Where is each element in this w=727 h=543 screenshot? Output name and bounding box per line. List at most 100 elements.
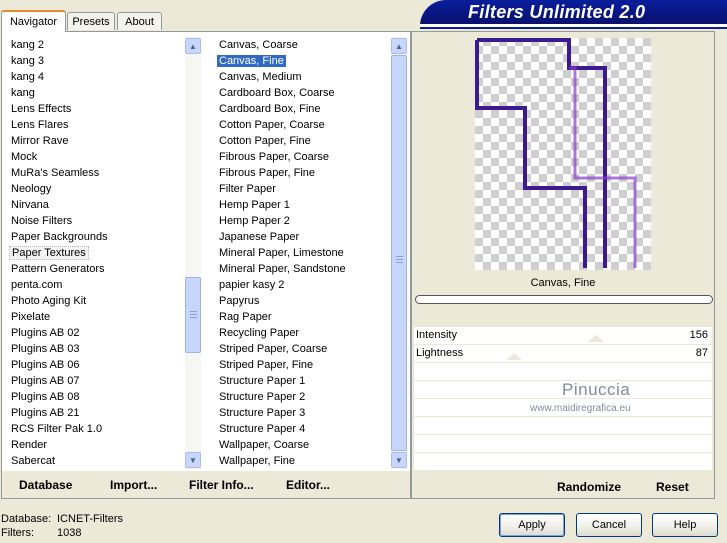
randomize-button[interactable]: Randomize	[557, 480, 621, 494]
filter-item[interactable]: Wallpaper, Coarse	[214, 437, 390, 453]
app-title: Filters Unlimited 2.0	[468, 2, 646, 22]
filter-item[interactable]: Hemp Paper 1	[214, 197, 390, 213]
editor-button[interactable]: Editor...	[286, 478, 330, 492]
watermark-url: www.maidiregrafica.eu	[530, 403, 631, 414]
category-item-label: kang 2	[11, 39, 45, 51]
category-item[interactable]: kang 3	[6, 53, 184, 69]
scroll-up-icon[interactable]: ▲	[391, 38, 407, 54]
category-item[interactable]: Nirvana	[6, 197, 184, 213]
category-item[interactable]: Paper Backgrounds	[6, 229, 184, 245]
category-item[interactable]: Pixelate	[6, 309, 184, 325]
filter-item[interactable]: Cardboard Box, Fine	[214, 101, 390, 117]
import-button[interactable]: Import...	[110, 478, 157, 492]
filter-scrollbar[interactable]: ▲ ▼	[391, 37, 407, 469]
category-item-label: Plugins AB 07	[11, 375, 80, 387]
category-scrollbar[interactable]: ▲ ▼	[185, 37, 201, 469]
scroll-thumb[interactable]	[391, 55, 407, 451]
category-item[interactable]: kang	[6, 85, 184, 101]
filter-item[interactable]: Canvas, Coarse	[214, 37, 390, 53]
category-item[interactable]: Sabercat	[6, 453, 184, 469]
category-item-label: Plugins AB 21	[11, 407, 80, 419]
slider-intensity[interactable]: Intensity 156	[414, 326, 712, 344]
filter-item[interactable]: Recycling Paper	[214, 325, 390, 341]
category-item[interactable]: Plugins AB 06	[6, 357, 184, 373]
empty-slider-row	[414, 363, 712, 380]
category-list[interactable]: kang 2 kang 3 kang 4 kang Lens Effects Lens F…	[6, 37, 184, 469]
filter-item[interactable]: Striped Paper, Coarse	[214, 341, 390, 357]
category-item[interactable]: Plugins AB 21	[6, 405, 184, 421]
category-item[interactable]: Lens Flares	[6, 117, 184, 133]
filter-info-button[interactable]: Filter Info...	[189, 478, 254, 492]
scroll-down-icon[interactable]: ▼	[185, 452, 201, 468]
filter-item-label: Cotton Paper, Coarse	[219, 119, 325, 131]
filter-item[interactable]: Wallpaper, Fine	[214, 453, 390, 469]
cancel-button[interactable]: Cancel	[576, 513, 642, 537]
filter-item-label: Fibrous Paper, Coarse	[219, 151, 330, 163]
category-item[interactable]: Paper Textures	[6, 245, 184, 261]
help-button[interactable]: Help	[652, 513, 718, 537]
category-item[interactable]: Mock	[6, 149, 184, 165]
filter-item[interactable]: Striped Paper, Fine	[214, 357, 390, 373]
category-item[interactable]: penta.com	[6, 277, 184, 293]
category-item[interactable]: Mirror Rave	[6, 133, 184, 149]
filter-item[interactable]: Cotton Paper, Fine	[214, 133, 390, 149]
category-item[interactable]: MuRa's Seamless	[6, 165, 184, 181]
reset-button[interactable]: Reset	[656, 480, 689, 494]
filter-item[interactable]: papier kasy 2	[214, 277, 390, 293]
filter-item[interactable]: Cotton Paper, Coarse	[214, 117, 390, 133]
category-item-label: Lens Effects	[11, 103, 72, 115]
filter-item[interactable]: Fibrous Paper, Coarse	[214, 149, 390, 165]
category-item[interactable]: Plugins AB 07	[6, 373, 184, 389]
slider-thumb-icon[interactable]	[588, 335, 604, 342]
database-button[interactable]: Database	[19, 478, 72, 492]
filter-item[interactable]: Canvas, Fine	[214, 53, 390, 69]
category-item[interactable]: kang 4	[6, 69, 184, 85]
category-item-label: Nirvana	[11, 199, 49, 211]
empty-slider-row	[414, 435, 712, 452]
category-item[interactable]: Pattern Generators	[6, 261, 184, 277]
category-item[interactable]: Noise Filters	[6, 213, 184, 229]
filter-item-label: Cardboard Box, Fine	[219, 103, 321, 115]
category-item[interactable]: Render	[6, 437, 184, 453]
filter-item[interactable]: Structure Paper 4	[214, 421, 390, 437]
filter-item[interactable]: Structure Paper 1	[214, 373, 390, 389]
category-item-label: Plugins AB 02	[11, 327, 80, 339]
filter-list[interactable]: Canvas, Coarse Canvas, Fine Canvas, Medium…	[214, 37, 390, 469]
tab-navigator[interactable]: Navigator	[1, 10, 66, 32]
filter-item[interactable]: Japanese Paper	[214, 229, 390, 245]
category-item[interactable]: Plugins AB 08	[6, 389, 184, 405]
filter-item[interactable]: Cardboard Box, Coarse	[214, 85, 390, 101]
category-item[interactable]: Neology	[6, 181, 184, 197]
slider-lightness[interactable]: Lightness 87	[414, 344, 712, 362]
filter-item-label: Striped Paper, Fine	[219, 359, 314, 371]
tab-presets[interactable]: Presets	[67, 12, 115, 30]
filter-item-label: Canvas, Medium	[219, 71, 302, 83]
preview-image[interactable]	[475, 38, 651, 270]
filter-item[interactable]: Mineral Paper, Sandstone	[214, 261, 390, 277]
category-item[interactable]: Plugins AB 03	[6, 341, 184, 357]
filter-item[interactable]: Structure Paper 2	[214, 389, 390, 405]
slider-thumb-icon[interactable]	[506, 353, 522, 360]
filter-item-label: Japanese Paper	[219, 231, 300, 243]
filter-item[interactable]: Rag Paper	[214, 309, 390, 325]
apply-button[interactable]: Apply	[499, 513, 565, 537]
category-item[interactable]: Lens Effects	[6, 101, 184, 117]
scroll-down-icon[interactable]: ▼	[391, 452, 407, 468]
filter-item[interactable]: Papyrus	[214, 293, 390, 309]
filter-item[interactable]: Fibrous Paper, Fine	[214, 165, 390, 181]
tab-about[interactable]: About	[117, 12, 162, 30]
category-item[interactable]: Plugins AB 02	[6, 325, 184, 341]
filter-item[interactable]: Structure Paper 3	[214, 405, 390, 421]
empty-slider-row	[414, 417, 712, 434]
category-item[interactable]: kang 2	[6, 37, 184, 53]
filter-item[interactable]: Mineral Paper, Limestone	[214, 245, 390, 261]
scroll-up-icon[interactable]: ▲	[185, 38, 201, 54]
category-item-label: Paper Textures	[9, 246, 89, 260]
filter-item[interactable]: Filter Paper	[214, 181, 390, 197]
category-item[interactable]: Photo Aging Kit	[6, 293, 184, 309]
category-item[interactable]: RCS Filter Pak 1.0	[6, 421, 184, 437]
scroll-thumb[interactable]	[185, 277, 201, 353]
filter-item[interactable]: Canvas, Medium	[214, 69, 390, 85]
slider-label: Intensity	[416, 329, 457, 341]
filter-item[interactable]: Hemp Paper 2	[214, 213, 390, 229]
